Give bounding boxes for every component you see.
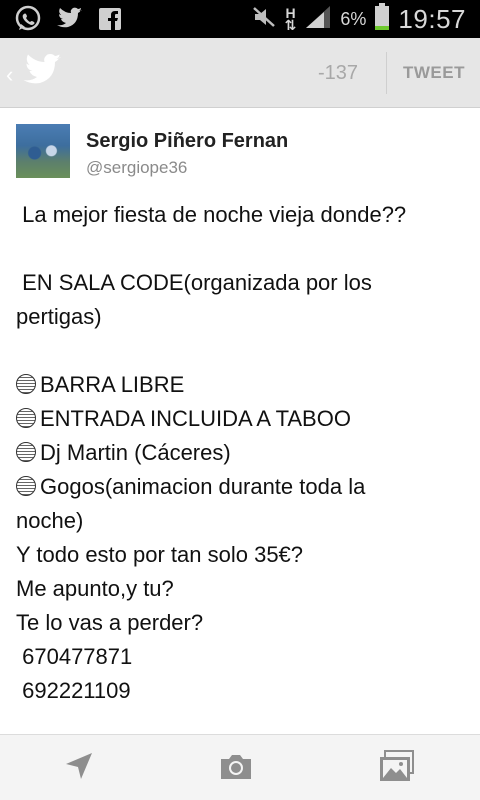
tweet-line: 692221109 [16,678,131,703]
location-icon[interactable] [62,749,96,788]
tweet-bullet-line: Dj Martin (Cáceres) [16,436,466,470]
divider [386,52,387,94]
tweet-bullet-line: BARRA LIBRE [16,368,466,402]
tweet-line: pertigas) [16,304,102,329]
tweet-line: EN SALA CODE(organizada por los [16,270,372,295]
avatar[interactable] [16,124,70,178]
bullet-text: BARRA LIBRE [40,372,185,397]
bullet-emoji-icon [16,476,36,496]
bullet-text: ENTRADA INCLUIDA A TABOO [40,406,351,431]
tweet-button[interactable]: TWEET [388,38,480,108]
tweet-line: 670477871 [16,644,133,669]
camera-icon[interactable] [218,749,254,788]
battery-percent: 6% [340,8,367,29]
tweet-line [16,334,466,368]
twitter-bird-icon[interactable] [22,52,64,95]
character-counter: -137 [318,62,359,84]
bullet-emoji-icon [16,442,36,462]
bullet-text: Gogos(animacion durante toda la [40,474,366,499]
mute-icon [251,5,277,34]
bullet-emoji-icon [16,408,36,428]
twitter-icon [56,7,84,31]
tweet-line: noche) [16,508,84,533]
tweet-line: Y todo esto por tan solo 35€? [16,542,304,567]
tweet-bullet-line: Gogos(animacion durante toda la [16,470,466,504]
bullet-text: Dj Martin (Cáceres) [40,440,231,465]
clock: 19:57 [398,3,466,34]
whatsapp-icon [14,5,42,33]
notification-icons [14,5,122,33]
author-name: Sergio Piñero Fernan [86,130,289,152]
tweet-line: La mejor fiesta de noche vieja donde?? [16,202,407,227]
facebook-icon [98,7,122,31]
status-bar: H ⇅ 6% 19:57 [0,0,480,38]
signal-icon [304,4,332,35]
tweet-text-field[interactable]: La mejor fiesta de noche vieja donde?? E… [16,198,466,708]
tweet-line: Te lo vas a perder? [16,610,204,635]
tweet-bullet-line: ENTRADA INCLUIDA A TABOO [16,402,466,436]
battery-icon [374,2,390,36]
network-type: H ⇅ [284,5,297,33]
tweet-line [16,232,466,266]
compose-bottom-bar [0,734,480,800]
bullet-emoji-icon [16,374,36,394]
gallery-icon[interactable] [378,749,416,788]
author-handle: @sergiope36 [86,158,188,177]
compose-action-bar: ‹ -137 TWEET [0,38,480,108]
tweet-line: Me apunto,y tu? [16,576,174,601]
back-chevron-icon[interactable]: ‹ [6,62,13,88]
